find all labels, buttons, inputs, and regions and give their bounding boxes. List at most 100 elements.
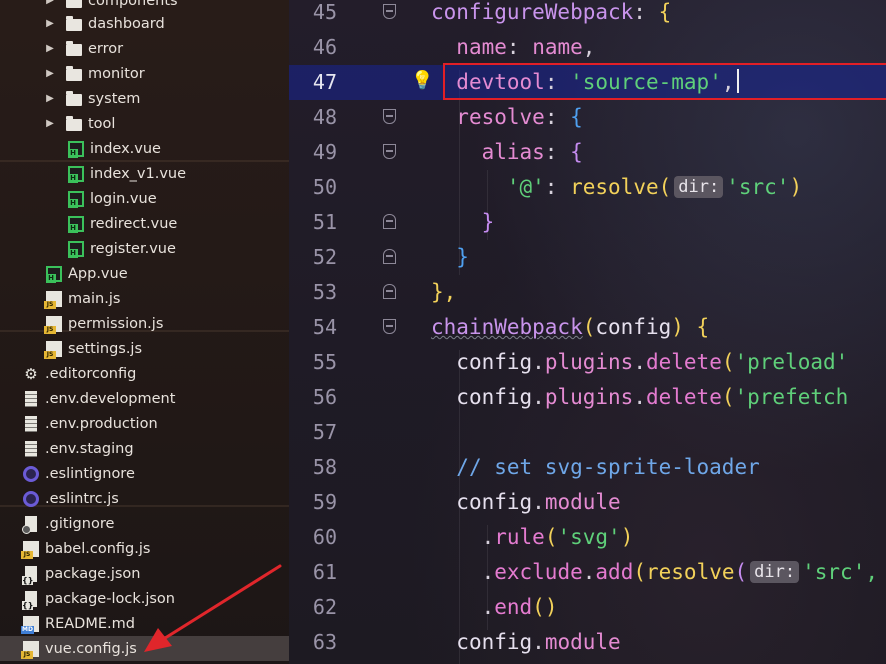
tree-item-label: login.vue (90, 190, 157, 207)
fold-toggle-icon[interactable] (383, 4, 396, 19)
code-line[interactable]: 57 (289, 415, 886, 450)
code-line[interactable]: 50 '@': resolve(dir:'src') (289, 170, 886, 205)
tree-item-label: package-lock.json (45, 590, 175, 607)
tree-item-index-vue[interactable]: index.vue (0, 136, 289, 161)
code-line[interactable]: 60 .rule('svg') (289, 520, 886, 555)
code-line[interactable]: 51 } (289, 205, 886, 240)
expand-arrow-icon[interactable]: ▶ (44, 68, 56, 79)
tree-item-package-json[interactable]: package.json (0, 561, 289, 586)
folder-icon (66, 115, 82, 131)
code-line[interactable]: 45 configureWebpack: { (289, 0, 886, 30)
code-line[interactable]: 55 config.plugins.delete('preload' (289, 345, 886, 380)
code-token: config (456, 490, 533, 514)
folder-icon (66, 15, 82, 31)
code-text: resolve: { (431, 100, 582, 135)
code-token: ) (789, 175, 803, 199)
eslint-icon (23, 465, 39, 482)
code-line[interactable]: 63 config.module (289, 625, 886, 660)
tree-item-redirect-vue[interactable]: redirect.vue (0, 211, 289, 236)
code-token: 'preload' (734, 350, 849, 374)
eslint-icon (23, 490, 39, 507)
tree-item-label: main.js (68, 290, 121, 307)
code-text: alias: { (431, 135, 583, 170)
tree-item-eslintignore[interactable]: .eslintignore (0, 461, 289, 486)
vue-file-icon (68, 240, 84, 258)
tree-item-editorconfig[interactable]: ⚙ .editorconfig (0, 361, 289, 386)
code-line[interactable]: 54 chainWebpack(config) { (289, 310, 886, 345)
markdown-file-icon (21, 615, 39, 634)
code-line[interactable]: 46 name: name, (289, 30, 886, 65)
code-line[interactable]: 59 config.module (289, 485, 886, 520)
fold-toggle-icon[interactable] (383, 319, 396, 334)
expand-arrow-icon[interactable]: ▶ (44, 18, 56, 29)
tree-item-gitignore[interactable]: .gitignore (0, 511, 289, 536)
code-line[interactable]: 49 alias: { (289, 135, 886, 170)
code-token: . (532, 490, 545, 514)
expand-arrow-icon[interactable]: ▶ (44, 0, 56, 6)
tree-item-system[interactable]: ▶ system (0, 86, 289, 111)
line-number: 55 (312, 350, 337, 374)
folder-icon (66, 40, 82, 56)
fold-toggle-icon[interactable] (383, 144, 396, 159)
fold-toggle-icon[interactable] (383, 249, 396, 264)
code-comment: // set svg-sprite-loader (456, 455, 760, 479)
code-token: ( (658, 175, 672, 199)
code-line[interactable]: 48 resolve: { (289, 100, 886, 135)
line-number: 58 (312, 455, 337, 479)
tree-item-main-js[interactable]: main.js (0, 286, 289, 311)
code-editor[interactable]: 45 configureWebpack: { 46 name: name, 47… (289, 0, 886, 664)
text-file-icon (25, 390, 37, 407)
line-number: 53 (312, 280, 337, 304)
code-token: . (633, 350, 646, 374)
code-text: } (431, 240, 469, 275)
code-token: devtool (456, 70, 545, 94)
tree-item-label: tool (88, 115, 116, 132)
tree-item-env-development[interactable]: .env.development (0, 386, 289, 411)
tree-item-index-v1-vue[interactable]: index_v1.vue (0, 161, 289, 186)
line-number: 60 (312, 525, 337, 549)
fold-toggle-icon[interactable] (383, 284, 396, 299)
code-text: .rule('svg') (431, 520, 634, 555)
line-number: 62 (312, 595, 337, 619)
tree-item-permission-js[interactable]: permission.js (0, 311, 289, 336)
tree-item-app-vue[interactable]: App.vue (0, 261, 289, 286)
expand-arrow-icon[interactable]: ▶ (44, 93, 56, 104)
fold-toggle-icon[interactable] (383, 109, 396, 124)
js-file-icon (44, 340, 62, 359)
code-line[interactable]: 52 } (289, 240, 886, 275)
tree-item-error[interactable]: ▶ error (0, 36, 289, 61)
code-line-current[interactable]: 47 💡 devtool: 'source-map', (289, 65, 886, 100)
code-line[interactable]: 62 .end() (289, 590, 886, 625)
tree-item-eslintrc-js[interactable]: .eslintrc.js (0, 486, 289, 511)
code-token: add (595, 560, 634, 584)
code-line[interactable]: 53 }, (289, 275, 886, 310)
tree-item-label: .editorconfig (45, 365, 137, 382)
code-line[interactable]: 56 config.plugins.delete('prefetch (289, 380, 886, 415)
tree-item-babel-config-js[interactable]: babel.config.js (0, 536, 289, 561)
tree-item-label: components (88, 0, 178, 9)
expand-arrow-icon[interactable]: ▶ (44, 118, 56, 129)
tree-item-settings-js[interactable]: settings.js (0, 336, 289, 361)
code-text: name: name, (431, 30, 595, 65)
tree-item-label: App.vue (68, 265, 128, 282)
tree-item-tool[interactable]: ▶ tool (0, 111, 289, 136)
tree-item-monitor[interactable]: ▶ monitor (0, 61, 289, 86)
tree-item-readme-md[interactable]: README.md (0, 611, 289, 636)
tree-item-vue-config-js[interactable]: vue.config.js (0, 636, 289, 661)
code-token: rule (494, 525, 545, 549)
code-text: devtool: 'source-map', (431, 65, 739, 100)
code-text: '@': resolve(dir:'src') (431, 170, 802, 205)
tree-item-dashboard[interactable]: ▶ dashboard (0, 11, 289, 36)
tree-item-env-staging[interactable]: .env.staging (0, 436, 289, 461)
tree-item-register-vue[interactable]: register.vue (0, 236, 289, 261)
code-text: config.plugins.delete('preload' (431, 345, 848, 380)
code-line[interactable]: 61 .exclude.add(resolve(dir:'src', (289, 555, 886, 590)
tree-item-label: redirect.vue (90, 215, 178, 232)
expand-arrow-icon[interactable]: ▶ (44, 43, 56, 54)
fold-toggle-icon[interactable] (383, 214, 396, 229)
tree-item-env-production[interactable]: .env.production (0, 411, 289, 436)
tree-item-login-vue[interactable]: login.vue (0, 186, 289, 211)
code-token: plugins (544, 385, 634, 409)
tree-item-package-lock-json[interactable]: package-lock.json (0, 586, 289, 611)
code-line[interactable]: 58 // set svg-sprite-loader (289, 450, 886, 485)
